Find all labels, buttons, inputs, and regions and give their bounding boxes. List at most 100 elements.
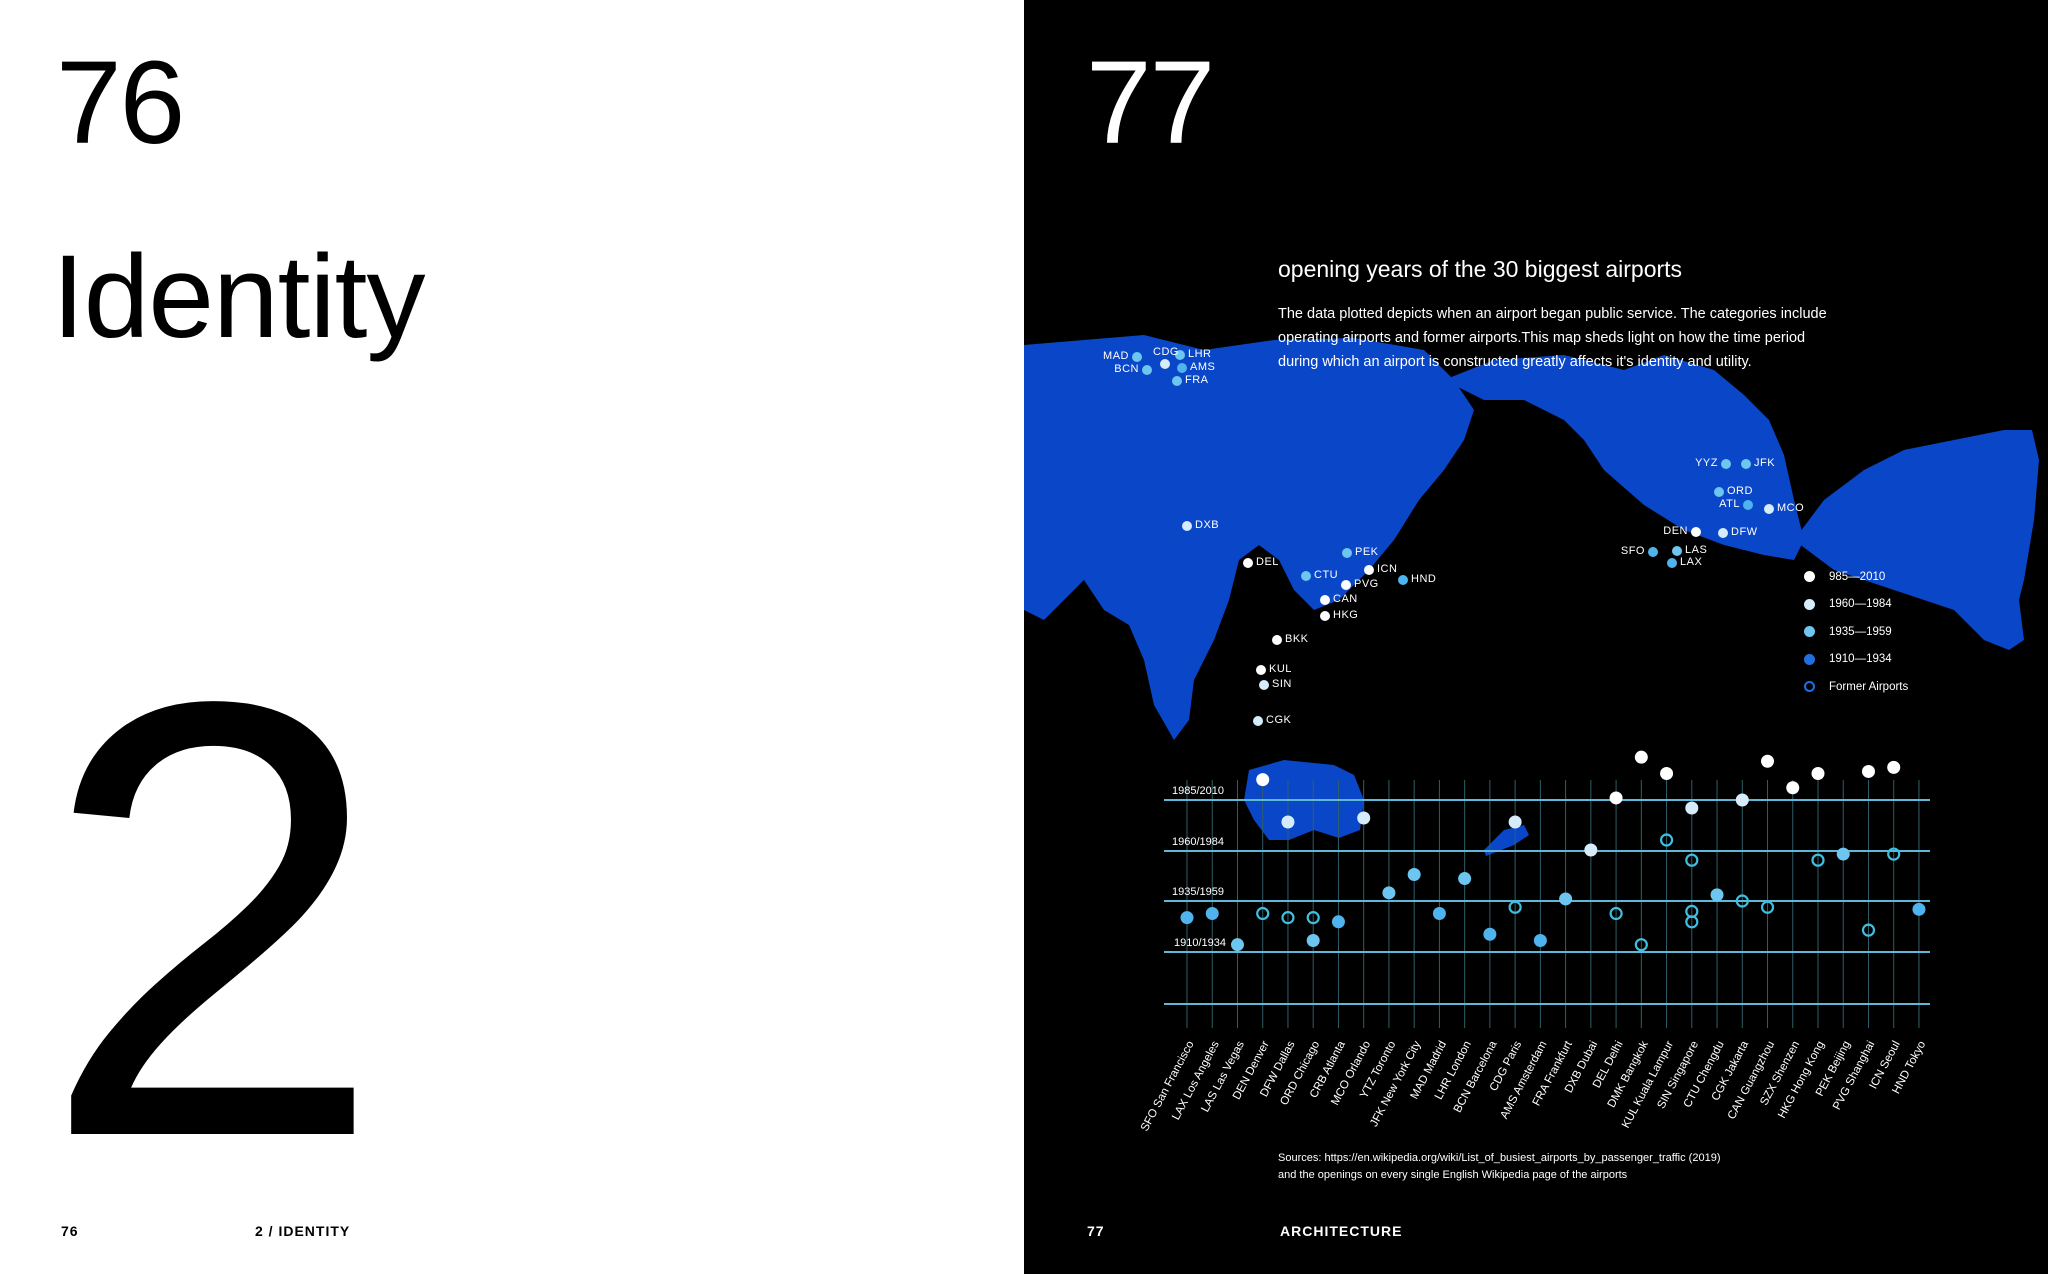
chapter-number: 2 — [40, 574, 385, 1266]
map-label-can: CAN — [1333, 593, 1358, 605]
map-dot-cdg — [1160, 359, 1170, 369]
map-label-lax: LAX — [1680, 556, 1703, 568]
data-point — [1256, 773, 1270, 787]
map-label-mad: MAD — [1103, 350, 1129, 362]
footer-section: ARCHITECTURE — [1280, 1223, 1403, 1239]
data-point — [1786, 781, 1800, 795]
map-dot-bkk — [1272, 635, 1282, 645]
chart-legend: 985—2010 1960—1984 1935—1959 1910—1934 F… — [1804, 563, 1908, 701]
right-page: 77 opening years of the 30 biggest airpo… — [1024, 0, 2048, 1274]
map-label-den: DEN — [1663, 525, 1688, 537]
map-label-jfk: JFK — [1754, 457, 1776, 469]
data-point — [1912, 902, 1926, 916]
map-label-mco: MCO — [1777, 502, 1805, 514]
map-label-cgk: CGK — [1266, 714, 1292, 726]
data-point — [1357, 811, 1371, 825]
map-dot-sin — [1259, 680, 1269, 690]
map-label-dxb: DXB — [1195, 519, 1220, 531]
legend-label: 985—2010 — [1829, 570, 1886, 583]
data-point — [1331, 915, 1345, 929]
map-dot-jfk — [1741, 459, 1751, 469]
map-label-sin: SIN — [1272, 678, 1292, 690]
map-dot-bcn — [1142, 365, 1152, 375]
map-dot-ctu — [1301, 571, 1311, 581]
footer-page-number: 76 — [61, 1223, 79, 1239]
data-point — [1483, 927, 1497, 941]
map-dot-del — [1243, 558, 1253, 568]
data-point — [1861, 764, 1875, 778]
map-label-pvg: PVG — [1354, 578, 1379, 590]
sources-line-2: and the openings on every single English… — [1278, 1169, 1628, 1181]
data-point — [1281, 815, 1295, 829]
map-label-fra: FRA — [1185, 374, 1209, 386]
left-page: 76 Identity 2 76 2 / IDENTITY — [0, 0, 1024, 1274]
data-point — [1180, 911, 1194, 925]
map-dot-las — [1672, 546, 1682, 556]
map-label-lhr: LHR — [1188, 348, 1212, 360]
data-point — [1887, 760, 1901, 774]
data-point — [1685, 801, 1699, 815]
map-dot-can — [1320, 595, 1330, 605]
data-point — [1634, 750, 1648, 764]
map-dot-dfw — [1718, 528, 1728, 538]
chart-title: opening years of the 30 biggest airports — [1278, 256, 1683, 282]
band-label: 1960/1984 — [1172, 836, 1224, 848]
data-point — [1407, 867, 1421, 881]
data-point — [1432, 906, 1446, 920]
legend-item-1935-1959: 1935—1959 — [1804, 618, 1908, 646]
map-dot-cgk — [1253, 716, 1263, 726]
legend-label: 1960—1984 — [1829, 598, 1892, 611]
map-label-bcn: BCN — [1114, 363, 1139, 375]
footer-page-number: 77 — [1087, 1223, 1105, 1239]
map-label-cdg: CDG — [1153, 346, 1179, 358]
map-dot-yyz — [1721, 459, 1731, 469]
map-label-ctu: CTU — [1314, 569, 1339, 581]
data-point — [1761, 754, 1775, 768]
chart-description: The data plotted depicts when an airport… — [1278, 306, 1827, 370]
legend-item-1910-1934: 1910—1934 — [1804, 646, 1908, 674]
map-label-del: DEL — [1256, 556, 1279, 568]
page-number-large: 77 — [1086, 37, 1215, 169]
legend-item-1960-1984: 1960—1984 — [1804, 591, 1908, 619]
map-dot-lax — [1667, 558, 1677, 568]
map-label-hkg: HKG — [1333, 609, 1359, 621]
map-dot-atl — [1743, 500, 1753, 510]
sources: Sources: https://en.wikipedia.org/wiki/L… — [1278, 1150, 1720, 1184]
map-dot-den — [1691, 527, 1701, 537]
legend-item-1985-2010: 985—2010 — [1804, 563, 1908, 591]
map-label-ams: AMS — [1190, 361, 1216, 373]
page-number-large: 76 — [56, 37, 185, 169]
map-label-atl: ATL — [1719, 498, 1740, 510]
legend-swatch — [1804, 571, 1815, 583]
data-point — [1584, 843, 1598, 857]
data-point — [1836, 847, 1850, 861]
data-point — [1559, 892, 1573, 906]
chapter-title: Identity — [52, 231, 425, 363]
map-dot-ord — [1714, 487, 1724, 497]
footer-section: 2 / IDENTITY — [255, 1223, 351, 1239]
data-point — [1382, 886, 1396, 900]
legend-label: 1910—1934 — [1829, 653, 1892, 666]
band-label: 1910/1934 — [1174, 937, 1226, 949]
data-point — [1609, 791, 1623, 805]
data-point — [1710, 888, 1724, 902]
map-label-icn: ICN — [1377, 563, 1398, 575]
map-label-yyz: YYZ — [1695, 457, 1718, 469]
data-point — [1660, 766, 1674, 780]
data-point — [1205, 906, 1219, 920]
map-dot-mad — [1132, 352, 1142, 362]
map-dot-kul — [1256, 665, 1266, 675]
legend-swatch — [1804, 626, 1815, 638]
land-eurasia — [1024, 335, 1474, 740]
data-point — [1811, 766, 1825, 780]
map-dot-ams — [1177, 363, 1187, 373]
data-point — [1458, 872, 1472, 886]
map-label-kul: KUL — [1269, 663, 1292, 675]
map-dot-mco — [1764, 504, 1774, 514]
map-dot-sfo — [1648, 547, 1658, 557]
legend-swatch — [1804, 598, 1815, 610]
map-dot-hnd — [1398, 575, 1408, 585]
legend-label: 1935—1959 — [1829, 625, 1892, 638]
map-label-hnd: HND — [1411, 573, 1437, 585]
legend-item-former: Former Airports — [1804, 673, 1908, 701]
